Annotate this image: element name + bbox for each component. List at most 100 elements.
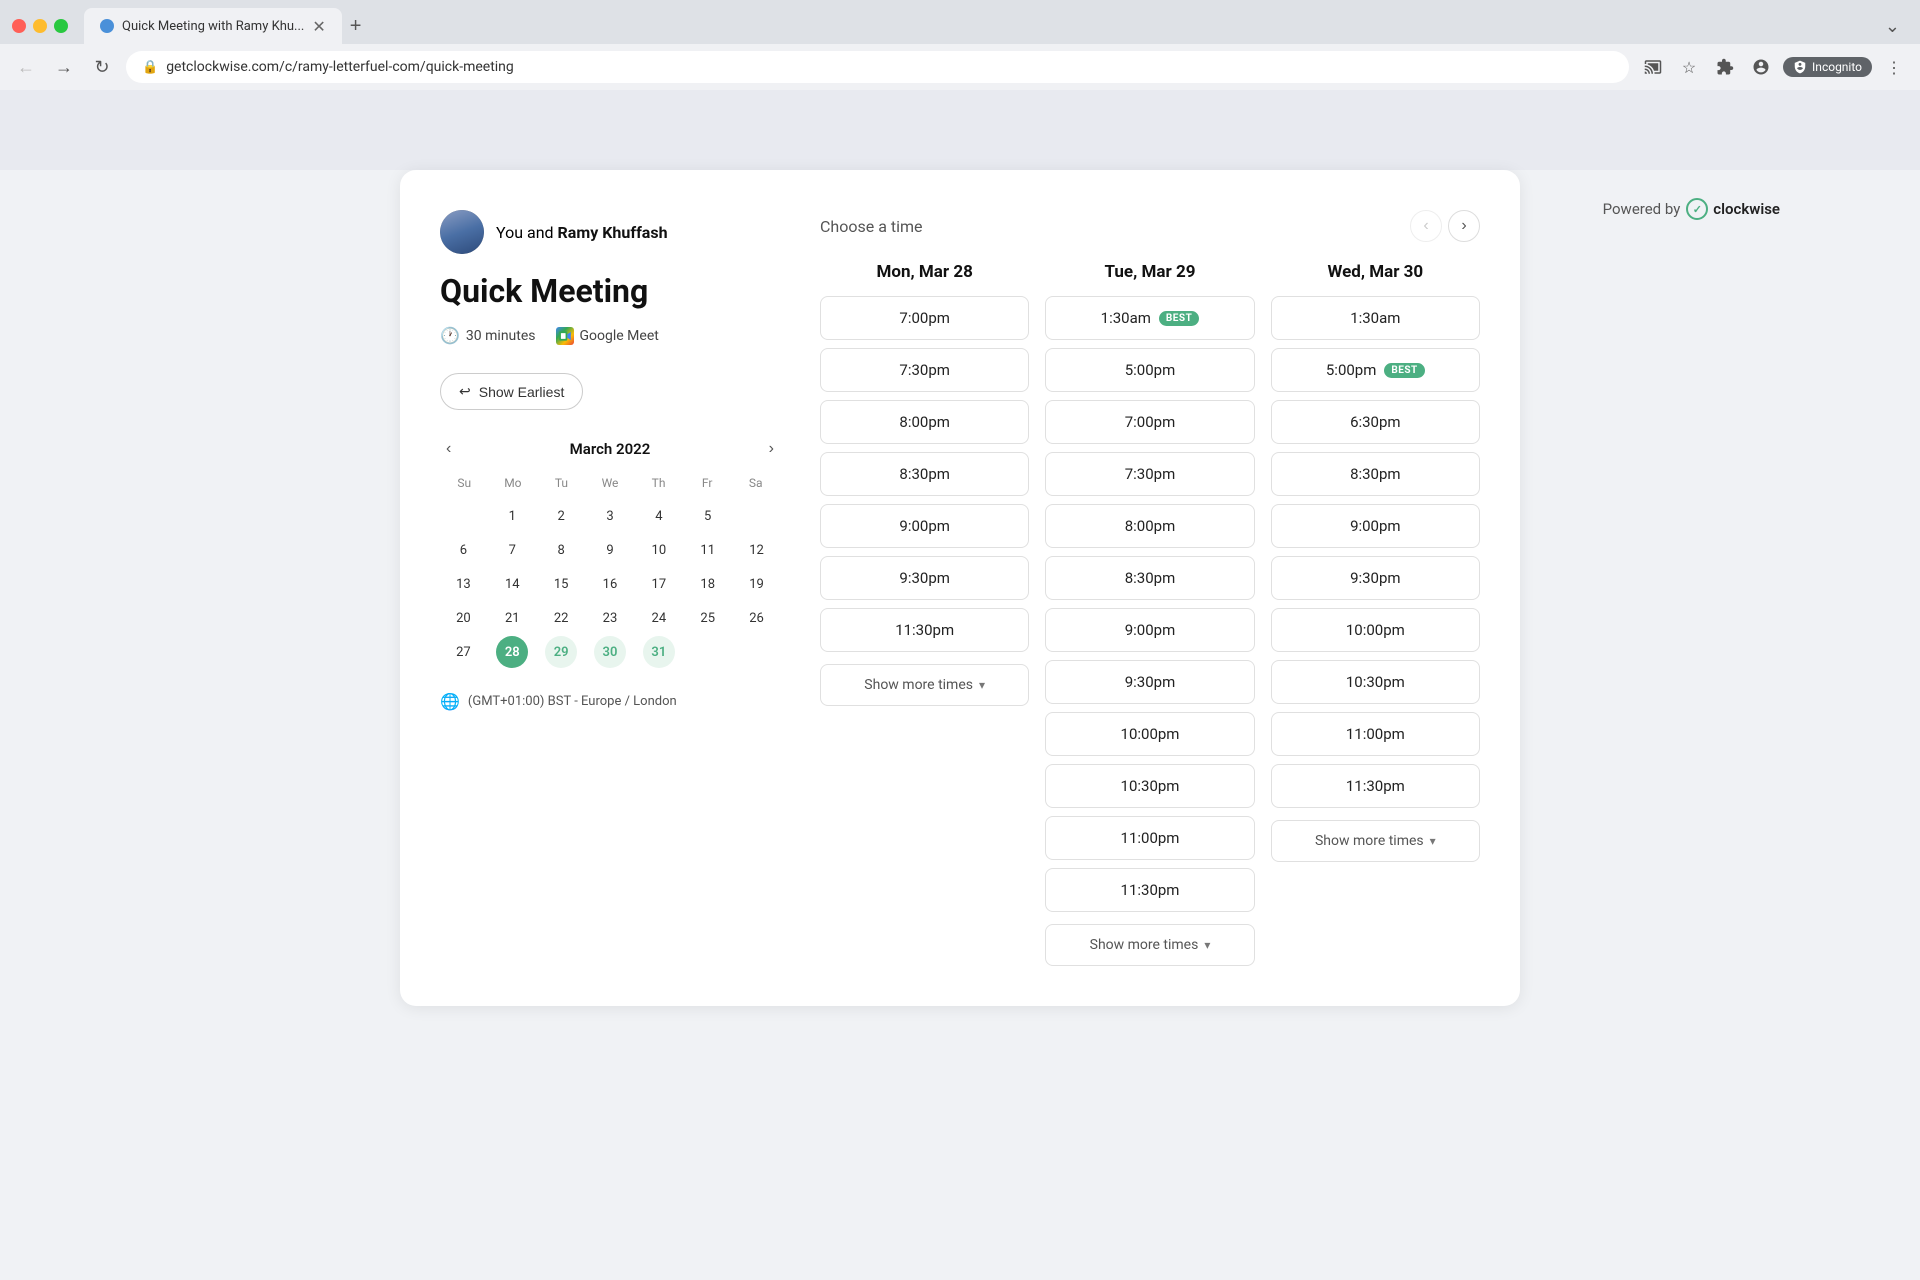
calendar-day[interactable]: 29 — [545, 636, 577, 668]
day-su: Su — [440, 472, 489, 494]
calendar: ‹ March 2022 › Su Mo Tu We Th Fr Sa 1234… — [440, 438, 780, 668]
browser-chrome: Quick Meeting with Ramy Khu... ✕ + ⌄ ← →… — [0, 0, 1920, 90]
time-slot-2-5[interactable]: 9:30pm — [1271, 556, 1480, 600]
calendar-prev-button[interactable]: ‹ — [440, 438, 457, 460]
calendar-day[interactable]: 14 — [496, 568, 528, 600]
time-slot-1-1[interactable]: 5:00pm — [1045, 348, 1254, 392]
time-slot-0-3[interactable]: 8:30pm — [820, 452, 1029, 496]
calendar-next-button[interactable]: › — [763, 438, 780, 460]
time-slot-0-5[interactable]: 9:30pm — [820, 556, 1029, 600]
time-slot-0-6[interactable]: 11:30pm — [820, 608, 1029, 652]
calendar-day[interactable]: 13 — [447, 568, 479, 600]
calendar-day[interactable]: 15 — [545, 568, 577, 600]
time-slot-2-3[interactable]: 8:30pm — [1271, 452, 1480, 496]
time-text-0-3: 8:30pm — [899, 465, 950, 483]
forward-button[interactable]: → — [50, 53, 78, 81]
day-label-0: Mon, Mar 28 — [820, 262, 1029, 282]
calendar-day — [741, 636, 773, 668]
time-slot-0-1[interactable]: 7:30pm — [820, 348, 1029, 392]
time-slot-1-9[interactable]: 10:30pm — [1045, 764, 1254, 808]
calendar-day[interactable]: 19 — [741, 568, 773, 600]
show-earliest-icon: ↩ — [459, 383, 471, 400]
time-nav-prev-button[interactable]: ‹ — [1410, 210, 1442, 242]
active-tab[interactable]: Quick Meeting with Ramy Khu... ✕ — [84, 8, 342, 44]
profile-icon[interactable] — [1747, 53, 1775, 81]
calendar-month-title: March 2022 — [570, 440, 651, 458]
show-more-button-1[interactable]: Show more times▾ — [1045, 924, 1254, 966]
calendar-day[interactable]: 23 — [594, 602, 626, 634]
calendar-day[interactable]: 20 — [447, 602, 479, 634]
time-slot-1-11[interactable]: 11:30pm — [1045, 868, 1254, 912]
day-th: Th — [634, 472, 683, 494]
calendar-day[interactable]: 26 — [741, 602, 773, 634]
calendar-day[interactable]: 22 — [545, 602, 577, 634]
time-slot-1-4[interactable]: 8:00pm — [1045, 504, 1254, 548]
show-more-button-0[interactable]: Show more times▾ — [820, 664, 1029, 706]
time-slot-2-0[interactable]: 1:30am — [1271, 296, 1480, 340]
chevron-down-icon-2: ▾ — [1430, 834, 1436, 848]
calendar-day[interactable]: 2 — [545, 500, 577, 532]
calendar-day[interactable]: 30 — [594, 636, 626, 668]
calendar-day[interactable]: 6 — [447, 534, 479, 566]
minimize-button[interactable] — [33, 19, 47, 33]
time-nav-next-button[interactable]: › — [1448, 210, 1480, 242]
time-slot-1-5[interactable]: 8:30pm — [1045, 556, 1254, 600]
time-text-0-4: 9:00pm — [899, 517, 950, 535]
calendar-day[interactable]: 16 — [594, 568, 626, 600]
extension-puzzle-icon[interactable] — [1711, 53, 1739, 81]
address-bar[interactable]: 🔒 getclockwise.com/c/ramy-letterfuel-com… — [126, 51, 1629, 83]
time-slot-0-2[interactable]: 8:00pm — [820, 400, 1029, 444]
time-slot-2-8[interactable]: 11:00pm — [1271, 712, 1480, 756]
show-more-button-2[interactable]: Show more times▾ — [1271, 820, 1480, 862]
close-button[interactable] — [12, 19, 26, 33]
calendar-day[interactable]: 11 — [692, 534, 724, 566]
tab-close-icon[interactable]: ✕ — [312, 17, 325, 36]
time-slot-0-4[interactable]: 9:00pm — [820, 504, 1029, 548]
url-text: getclockwise.com/c/ramy-letterfuel-com/q… — [166, 59, 514, 75]
time-slot-2-2[interactable]: 6:30pm — [1271, 400, 1480, 444]
calendar-day[interactable]: 4 — [643, 500, 675, 532]
maximize-button[interactable] — [54, 19, 68, 33]
calendar-day[interactable]: 24 — [643, 602, 675, 634]
calendar-day[interactable]: 25 — [692, 602, 724, 634]
window-controls[interactable]: ⌄ — [1877, 12, 1908, 41]
time-slot-1-7[interactable]: 9:30pm — [1045, 660, 1254, 704]
day-column-0: Mon, Mar 28 7:00pm 7:30pm 8:00pm 8:30pm 9:00p… — [820, 262, 1029, 966]
time-slot-1-0[interactable]: 1:30amBEST — [1045, 296, 1254, 340]
time-text-1-4: 8:00pm — [1125, 517, 1176, 535]
chevron-down-icon-0: ▾ — [979, 678, 985, 692]
calendar-day[interactable]: 18 — [692, 568, 724, 600]
calendar-day[interactable]: 5 — [692, 500, 724, 532]
calendar-day[interactable]: 1 — [496, 500, 528, 532]
time-slot-2-7[interactable]: 10:30pm — [1271, 660, 1480, 704]
calendar-day[interactable]: 31 — [643, 636, 675, 668]
user-text-block: You and Ramy Khuffash — [496, 223, 668, 242]
time-slot-2-4[interactable]: 9:00pm — [1271, 504, 1480, 548]
time-slot-1-3[interactable]: 7:30pm — [1045, 452, 1254, 496]
back-button[interactable]: ← — [12, 53, 40, 81]
time-slot-1-10[interactable]: 11:00pm — [1045, 816, 1254, 860]
calendar-day[interactable]: 7 — [496, 534, 528, 566]
cast-icon[interactable] — [1639, 53, 1667, 81]
time-slot-1-6[interactable]: 9:00pm — [1045, 608, 1254, 652]
time-slot-2-6[interactable]: 10:00pm — [1271, 608, 1480, 652]
time-slot-2-9[interactable]: 11:30pm — [1271, 764, 1480, 808]
calendar-day[interactable]: 28 — [496, 636, 528, 668]
calendar-day[interactable]: 8 — [545, 534, 577, 566]
calendar-day[interactable]: 21 — [496, 602, 528, 634]
time-slot-1-8[interactable]: 10:00pm — [1045, 712, 1254, 756]
time-slot-2-1[interactable]: 5:00pmBEST — [1271, 348, 1480, 392]
time-slot-0-0[interactable]: 7:00pm — [820, 296, 1029, 340]
refresh-button[interactable]: ↻ — [88, 53, 116, 81]
calendar-day[interactable]: 9 — [594, 534, 626, 566]
calendar-day[interactable]: 3 — [594, 500, 626, 532]
calendar-day[interactable]: 27 — [447, 636, 479, 668]
new-tab-button[interactable]: + — [342, 8, 370, 44]
time-slot-1-2[interactable]: 7:00pm — [1045, 400, 1254, 444]
calendar-day[interactable]: 12 — [741, 534, 773, 566]
menu-icon[interactable]: ⋮ — [1880, 53, 1908, 81]
bookmark-icon[interactable]: ☆ — [1675, 53, 1703, 81]
calendar-day[interactable]: 17 — [643, 568, 675, 600]
calendar-day[interactable]: 10 — [643, 534, 675, 566]
show-earliest-button[interactable]: ↩ Show Earliest — [440, 373, 583, 410]
